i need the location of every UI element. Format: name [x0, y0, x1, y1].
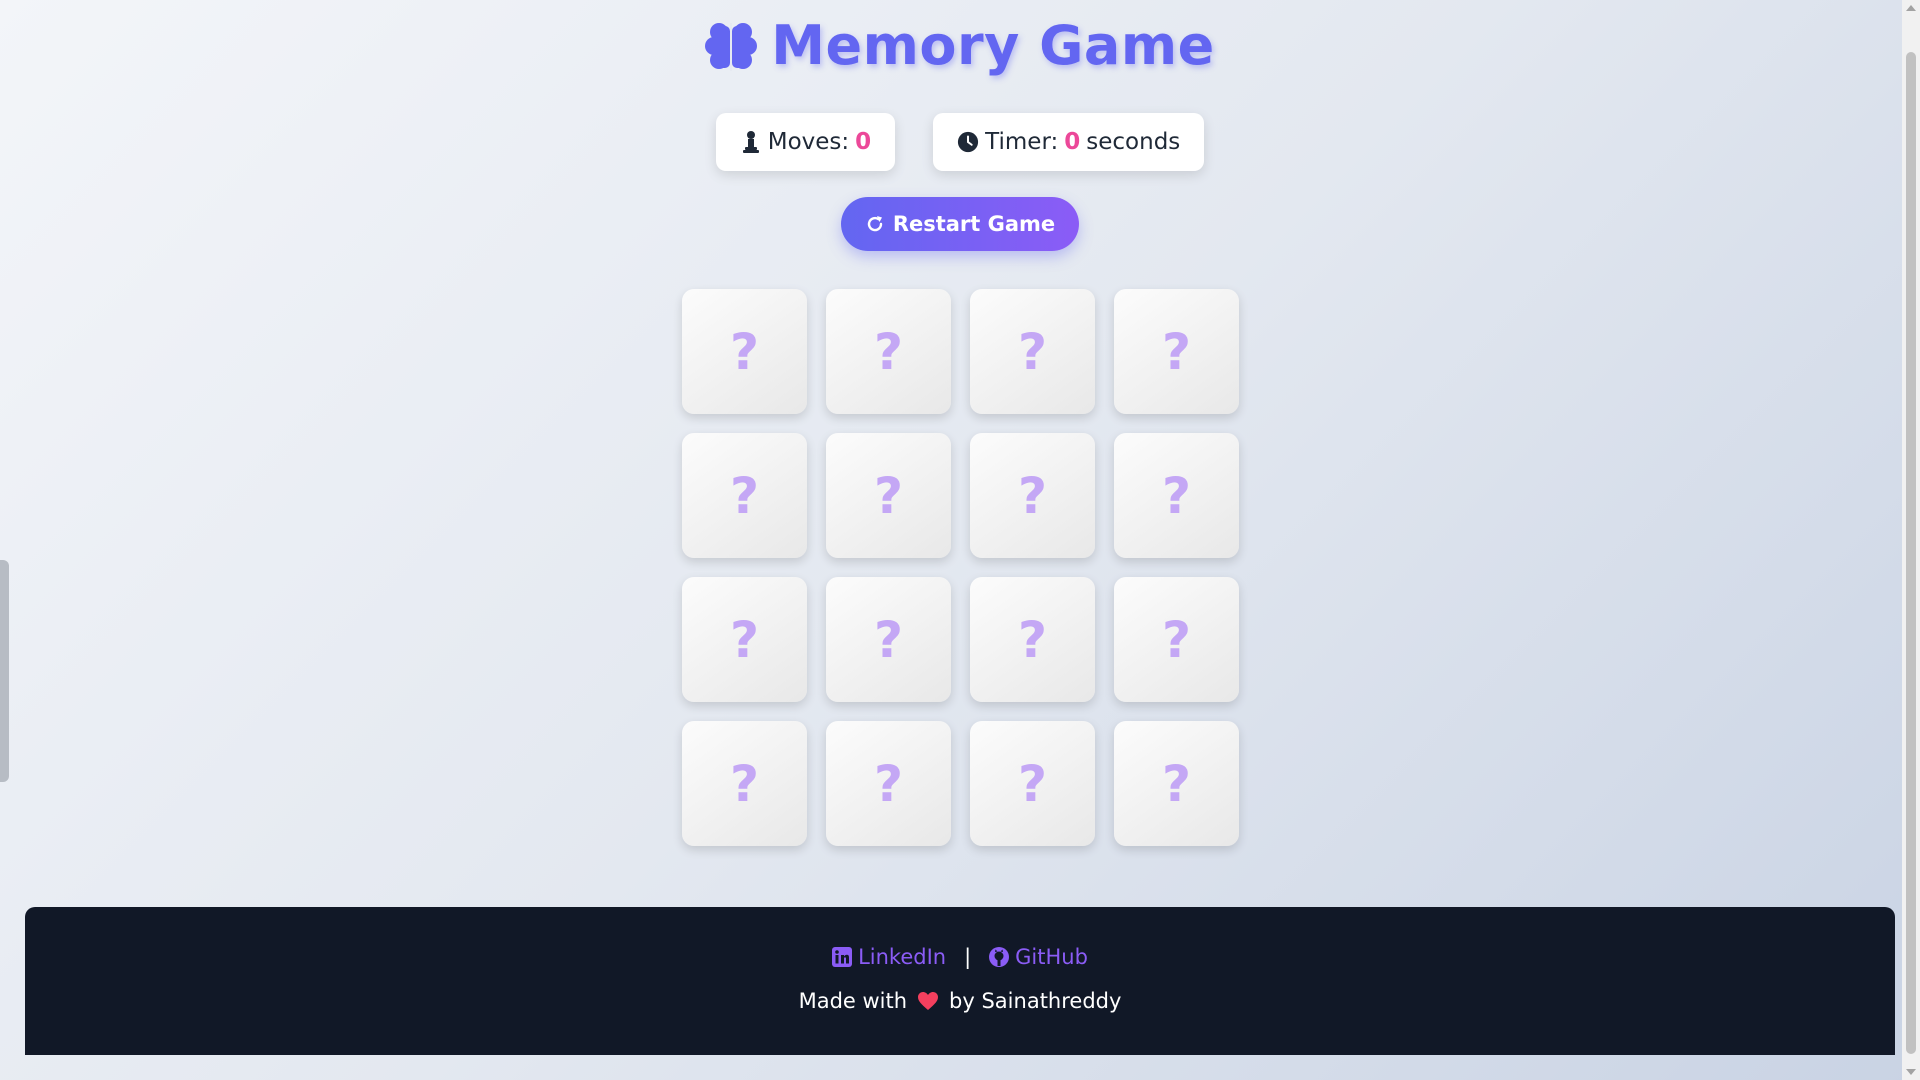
- question-mark-icon: ?: [1017, 610, 1047, 669]
- moves-value: 0: [855, 129, 872, 155]
- timer-value: 0: [1064, 129, 1081, 155]
- moves-label: Moves:: [767, 129, 850, 155]
- clock-icon: [958, 131, 979, 153]
- page-title: Memory Game: [771, 14, 1215, 77]
- memory-card[interactable]: ?: [970, 433, 1095, 558]
- rotate-icon: [867, 216, 883, 232]
- linkedin-link[interactable]: LinkedIn: [832, 945, 946, 969]
- question-mark-icon: ?: [1161, 754, 1191, 813]
- linkedin-label: LinkedIn: [858, 945, 947, 969]
- question-mark-icon: ?: [873, 610, 903, 669]
- restart-label: Restart Game: [892, 212, 1056, 236]
- timer-label: Timer:: [985, 129, 1059, 155]
- made-with-line: Made with by Sainathreddy: [25, 989, 1895, 1013]
- memory-card[interactable]: ?: [682, 433, 807, 558]
- scroll-up-icon[interactable]: [1906, 5, 1916, 11]
- question-mark-icon: ?: [1161, 610, 1191, 669]
- memory-card[interactable]: ?: [1114, 289, 1239, 414]
- github-label: GitHub: [1015, 945, 1088, 969]
- scroll-down-icon[interactable]: [1906, 1069, 1916, 1075]
- linkedin-icon: [832, 947, 853, 967]
- timer-unit: seconds: [1086, 129, 1181, 155]
- footer-separator: |: [964, 945, 972, 969]
- question-mark-icon: ?: [873, 466, 903, 525]
- memory-card[interactable]: ?: [1114, 433, 1239, 558]
- question-mark-icon: ?: [1161, 322, 1191, 381]
- heart-icon: [918, 992, 939, 1010]
- timer-display: Timer: 0 seconds: [933, 113, 1205, 171]
- restart-button[interactable]: Restart Game: [841, 197, 1079, 251]
- github-icon: [989, 947, 1010, 967]
- moves-counter: Moves: 0: [715, 113, 896, 171]
- scrollbar-thumb[interactable]: [1906, 52, 1916, 1054]
- memory-card[interactable]: ?: [970, 721, 1095, 846]
- memory-card[interactable]: ?: [1114, 721, 1239, 846]
- memory-card[interactable]: ?: [826, 433, 951, 558]
- question-mark-icon: ?: [729, 754, 759, 813]
- chess-pawn-icon: [742, 131, 759, 153]
- question-mark-icon: ?: [1161, 466, 1191, 525]
- vertical-scrollbar[interactable]: [1902, 0, 1920, 1080]
- question-mark-icon: ?: [729, 322, 759, 381]
- brain-icon: [705, 22, 758, 71]
- question-mark-icon: ?: [1017, 322, 1047, 381]
- memory-card[interactable]: ?: [970, 289, 1095, 414]
- question-mark-icon: ?: [873, 754, 903, 813]
- question-mark-icon: ?: [1017, 754, 1047, 813]
- stats-bar: Moves: 0 Timer: 0 seconds: [0, 113, 1920, 171]
- footer: LinkedIn | GitHub Made with by Sainathre…: [25, 907, 1895, 1055]
- memory-card[interactable]: ?: [970, 577, 1095, 702]
- memory-card[interactable]: ?: [1114, 577, 1239, 702]
- memory-card[interactable]: ?: [826, 721, 951, 846]
- memory-card[interactable]: ?: [826, 577, 951, 702]
- author-text: by Sainathreddy: [949, 989, 1122, 1013]
- question-mark-icon: ?: [1017, 466, 1047, 525]
- header: Memory Game: [0, 14, 1920, 77]
- question-mark-icon: ?: [729, 466, 759, 525]
- made-with-text: Made with: [798, 989, 908, 1013]
- footer-links: LinkedIn | GitHub: [25, 945, 1895, 969]
- memory-card[interactable]: ?: [682, 721, 807, 846]
- question-mark-icon: ?: [873, 322, 903, 381]
- game-board: ????????????????: [682, 289, 1239, 846]
- github-link[interactable]: GitHub: [989, 945, 1088, 969]
- memory-card[interactable]: ?: [682, 577, 807, 702]
- memory-card[interactable]: ?: [826, 289, 951, 414]
- question-mark-icon: ?: [729, 610, 759, 669]
- memory-card[interactable]: ?: [682, 289, 807, 414]
- side-panel-handle[interactable]: [0, 560, 9, 782]
